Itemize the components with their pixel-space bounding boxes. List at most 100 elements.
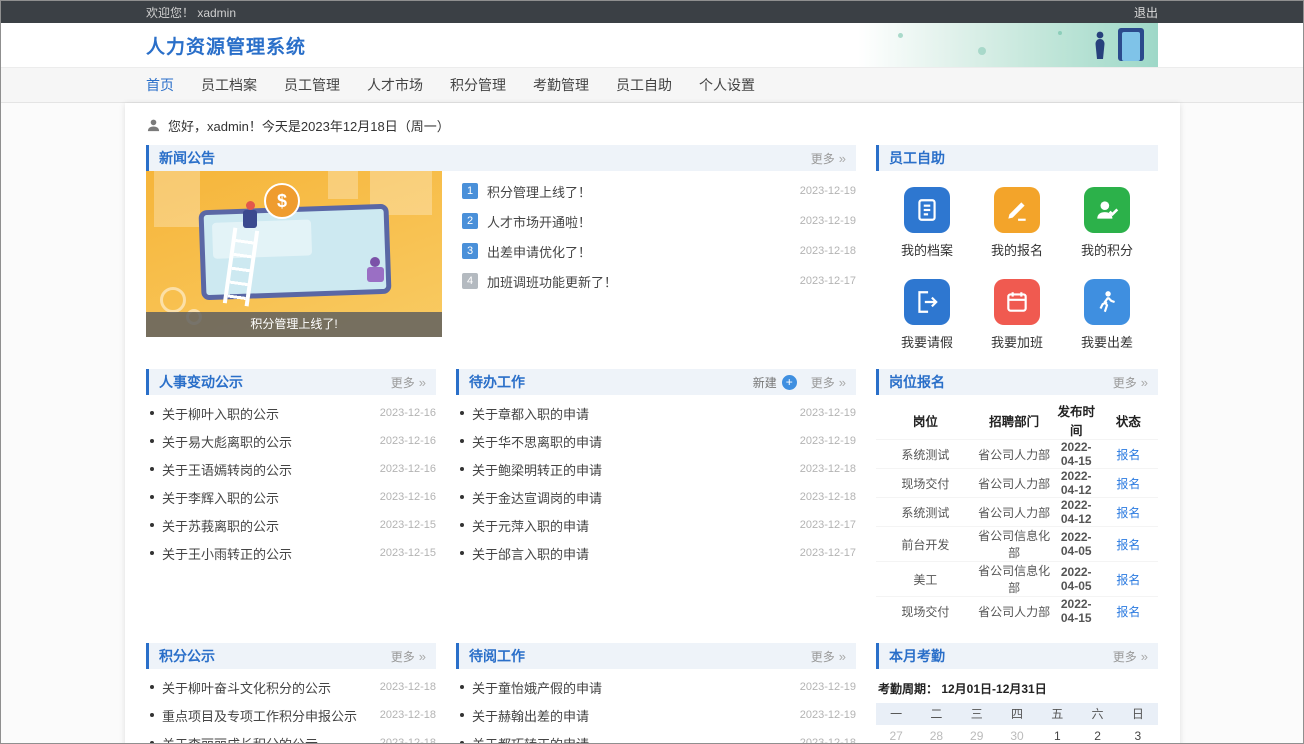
attendance-more-link[interactable]: 更多 » xyxy=(1113,648,1148,665)
news-item[interactable]: 3 出差申请优化了！ 2023-12-18 xyxy=(462,236,856,266)
calendar-day[interactable]: 29 xyxy=(957,725,997,744)
list-item[interactable]: 关于王小雨转正的公示 2023-12-15 xyxy=(146,539,436,567)
signup-link[interactable]: 报名 xyxy=(1116,506,1140,520)
bullet-icon xyxy=(150,523,154,527)
job-date: 2022-04-05 xyxy=(1054,527,1099,562)
news-index-badge: 3 xyxy=(462,243,478,259)
building-shape xyxy=(328,171,358,199)
table-row: 系统测试 省公司人力部 2022-04-12 报名 xyxy=(876,498,1158,527)
tile-request-leave[interactable]: 我要请假 xyxy=(901,279,953,351)
signup-link[interactable]: 报名 xyxy=(1116,477,1140,491)
app-window: 欢迎您！ xadmin 退出 人力资源管理系统 首页 xyxy=(0,0,1304,744)
list-item[interactable]: 关于苏莪离职的公示 2023-12-15 xyxy=(146,511,436,539)
user-icon xyxy=(146,118,161,133)
toread-header: 待阅工作 更多 » xyxy=(456,643,856,669)
jobs-more-link[interactable]: 更多 » xyxy=(1113,374,1148,391)
signup-link[interactable]: 报名 xyxy=(1116,448,1140,462)
job-date: 2022-04-12 xyxy=(1054,469,1099,498)
list-item[interactable]: 重点项目及专项工作积分申报公示 2023-12-18 xyxy=(146,701,436,729)
bullet-icon xyxy=(460,411,464,415)
list-item[interactable]: 关于邰言入职的申请 2023-12-17 xyxy=(456,539,856,567)
calendar-day[interactable]: 3 xyxy=(1118,725,1158,744)
section-points: 积分公示 更多 » 关于柳叶奋斗文化 xyxy=(146,643,436,744)
item-title: 关于王语嫣转岗的公示 xyxy=(162,460,372,479)
news-header: 新闻公告 更多 » xyxy=(146,145,856,171)
new-task-button[interactable]: 新建 + xyxy=(753,374,797,391)
item-date: 2023-12-15 xyxy=(380,547,436,559)
list-item[interactable]: 关于元萍入职的申请 2023-12-17 xyxy=(456,511,856,539)
tile-my-points[interactable]: 我的积分 xyxy=(1081,187,1133,259)
nav-item[interactable]: 考勤管理 xyxy=(533,75,589,95)
news-carousel-image[interactable]: $ 积分管理上线了! xyxy=(146,171,442,337)
item-title: 关于王小雨转正的公示 xyxy=(162,544,372,563)
nav-item[interactable]: 员工管理 xyxy=(284,75,340,95)
calendar-day[interactable]: 27 xyxy=(876,725,916,744)
bullet-icon xyxy=(460,467,464,471)
tile-my-signup[interactable]: 我的报名 xyxy=(991,187,1043,259)
job-post: 系统测试 xyxy=(876,498,975,527)
points-more-link[interactable]: 更多 » xyxy=(391,648,426,665)
list-item[interactable]: 关于王语嫣转岗的公示 2023-12-16 xyxy=(146,455,436,483)
logout-link[interactable]: 退出 xyxy=(1134,4,1158,21)
list-item[interactable]: 关于李丽丽成长积分的公示 2023-12-18 xyxy=(146,729,436,744)
news-index-badge: 1 xyxy=(462,183,478,199)
list-item[interactable]: 关于童怡娥产假的申请 2023-12-19 xyxy=(456,673,856,701)
signup-link[interactable]: 报名 xyxy=(1116,573,1140,587)
nav-item[interactable]: 积分管理 xyxy=(450,75,506,95)
toread-more-link[interactable]: 更多 » xyxy=(811,648,846,665)
news-more-link[interactable]: 更多 » xyxy=(811,150,846,167)
todo-more-link[interactable]: 更多 » xyxy=(811,374,846,391)
day-number: 1 xyxy=(1054,729,1061,743)
tile-request-trip[interactable]: 我要出差 xyxy=(1081,279,1133,351)
item-date: 2023-12-17 xyxy=(800,547,856,559)
decor-dot-icon xyxy=(898,33,903,38)
section-title: 新闻公告 xyxy=(159,148,215,168)
tile-request-overtime[interactable]: 我要加班 xyxy=(991,279,1043,351)
list-item[interactable]: 关于金达宣调岗的申请 2023-12-18 xyxy=(456,483,856,511)
list-item[interactable]: 关于鲍梁明转正的申请 2023-12-18 xyxy=(456,455,856,483)
list-item[interactable]: 关于章都入职的申请 2023-12-19 xyxy=(456,399,856,427)
job-post: 现场交付 xyxy=(876,597,975,626)
calendar-day[interactable]: 28 xyxy=(916,725,956,744)
signup-link[interactable]: 报名 xyxy=(1116,605,1140,619)
calendar-day[interactable]: 1 xyxy=(1037,725,1077,744)
calendar-day[interactable]: 2 xyxy=(1077,725,1117,744)
personnel-more-link[interactable]: 更多 » xyxy=(391,374,426,391)
nav-item[interactable]: 员工自助 xyxy=(616,75,672,95)
tile-label: 我的积分 xyxy=(1081,240,1133,259)
column-header: 岗位 xyxy=(876,401,975,440)
news-item[interactable]: 1 积分管理上线了！ 2023-12-19 xyxy=(462,176,856,206)
news-item-title: 人才市场开通啦！ xyxy=(487,212,792,231)
calendar-day[interactable]: 30 xyxy=(997,725,1037,744)
nav-item[interactable]: 个人设置 xyxy=(699,75,755,95)
job-post: 系统测试 xyxy=(876,440,975,469)
nav-item[interactable]: 首页 xyxy=(146,75,174,95)
bullet-icon xyxy=(150,551,154,555)
main-nav: 首页 员工档案 员工管理 人才市场 积分管理 考勤管理 员工自助 个人设置 xyxy=(1,67,1303,103)
news-item[interactable]: 4 加班调班功能更新了！ 2023-12-17 xyxy=(462,266,856,296)
nav-item[interactable]: 员工档案 xyxy=(201,75,257,95)
tile-my-archive[interactable]: 我的档案 xyxy=(901,187,953,259)
greeting-text: 您好，xadmin！今天是2023年12月18日（周一） xyxy=(168,116,450,135)
list-item[interactable]: 关于都巧转正的申请 2023-12-18 xyxy=(456,729,856,744)
list-item[interactable]: 关于柳叶入职的公示 2023-12-16 xyxy=(146,399,436,427)
job-date: 2022-04-15 xyxy=(1054,597,1099,626)
list-item[interactable]: 关于李辉入职的公示 2023-12-16 xyxy=(146,483,436,511)
list-item[interactable]: 关于易大彪离职的公示 2023-12-16 xyxy=(146,427,436,455)
app-header: 人力资源管理系统 xyxy=(1,23,1303,67)
person-check-icon xyxy=(1084,187,1130,233)
main-card: 您好，xadmin！今天是2023年12月18日（周一） 新闻公告 更多 » xyxy=(125,103,1180,744)
coin-icon: $ xyxy=(264,183,300,219)
list-item[interactable]: 关于华不思离职的申请 2023-12-19 xyxy=(456,427,856,455)
list-item[interactable]: 关于柳叶奋斗文化积分的公示 2023-12-18 xyxy=(146,673,436,701)
news-index-badge: 2 xyxy=(462,213,478,229)
nav-item[interactable]: 人才市场 xyxy=(367,75,423,95)
table-row: 现场交付 省公司人力部 2022-04-15 报名 xyxy=(876,597,1158,626)
list-item[interactable]: 关于赫翰出差的申请 2023-12-19 xyxy=(456,701,856,729)
news-item[interactable]: 2 人才市场开通啦！ 2023-12-19 xyxy=(462,206,856,236)
tile-label: 我要加班 xyxy=(991,332,1043,351)
signup-link[interactable]: 报名 xyxy=(1116,538,1140,552)
item-title: 关于华不思离职的申请 xyxy=(472,432,792,451)
job-dept: 省公司信息化部 xyxy=(975,527,1054,562)
weekday-label: 日 xyxy=(1118,703,1158,725)
